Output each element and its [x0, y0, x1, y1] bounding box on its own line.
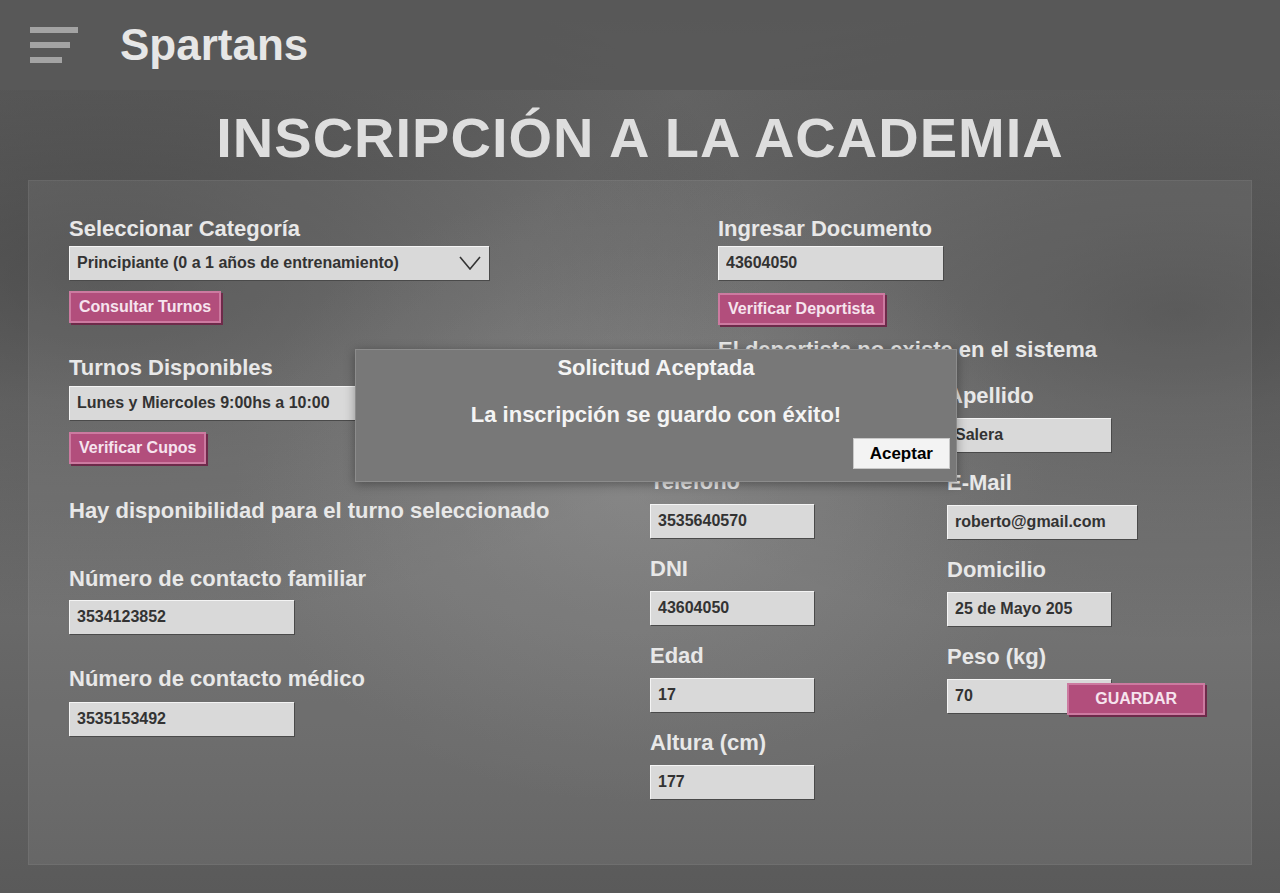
field-label: Altura (cm) — [650, 730, 947, 756]
fields-right: Apellido E-Mail Domicilio Peso (kg) GUARDAR — [947, 383, 1211, 817]
field-item: Domicilio — [947, 557, 1211, 626]
shift-label: Turnos Disponibles — [69, 355, 273, 381]
field-label: Edad — [650, 643, 947, 669]
category-select[interactable]: Principiante (0 a 1 años de entrenamient… — [69, 246, 489, 280]
field-label: Peso (kg) — [947, 644, 1211, 670]
contact-list: Número de contacto familiar Número de con… — [69, 524, 366, 736]
shift-value: Lunes y Miercoles 9:00hs a 10:00 — [77, 392, 330, 414]
category-value: Principiante (0 a 1 años de entrenamient… — [77, 252, 399, 274]
field-item: Apellido — [947, 383, 1211, 452]
field-label: Apellido — [947, 383, 1211, 409]
form-panel: Seleccionar Categoría Principiante (0 a … — [28, 180, 1252, 865]
contact-item: Número de contacto médico — [69, 666, 366, 736]
contact-label: Número de contacto familiar — [69, 566, 366, 592]
document-label: Ingresar Documento — [718, 216, 932, 242]
document-block: Ingresar Documento Verificar Deportista … — [650, 216, 1211, 363]
left-column: Seleccionar Categoría Principiante (0 a … — [69, 216, 650, 844]
contact-label: Número de contacto médico — [69, 666, 366, 692]
dialog-message: La inscripción se guardo con éxito! — [362, 402, 950, 428]
field-input[interactable] — [947, 505, 1137, 539]
field-input[interactable] — [650, 591, 814, 625]
consult-shifts-button[interactable]: Consultar Turnos — [69, 291, 221, 323]
field-input[interactable] — [650, 765, 814, 799]
field-item: Edad — [650, 643, 947, 712]
chevron-down-icon — [459, 256, 481, 270]
category-label: Seleccionar Categoría — [69, 216, 300, 242]
success-dialog: Solicitud Aceptada La inscripción se gua… — [355, 349, 957, 482]
field-item: DNI — [650, 556, 947, 625]
field-label: DNI — [650, 556, 947, 582]
check-slots-button[interactable]: Verificar Cupos — [69, 432, 206, 464]
field-label: Domicilio — [947, 557, 1211, 583]
menu-icon[interactable] — [30, 27, 78, 63]
verify-athlete-button[interactable]: Verificar Deportista — [718, 293, 885, 325]
field-input[interactable] — [947, 592, 1111, 626]
availability-message: Hay disponibilidad para el turno selecci… — [69, 498, 549, 524]
contact-input[interactable] — [69, 702, 294, 736]
document-input[interactable] — [718, 246, 943, 280]
contact-input[interactable] — [69, 600, 294, 634]
page-title: INSCRIPCIÓN A LA ACADEMIA — [0, 90, 1280, 170]
dialog-title: Solicitud Aceptada — [362, 355, 950, 381]
right-column: Ingresar Documento Verificar Deportista … — [650, 216, 1211, 844]
accept-button[interactable]: Aceptar — [853, 438, 950, 469]
save-button[interactable]: GUARDAR — [1067, 683, 1205, 715]
contact-item: Número de contacto familiar — [69, 566, 366, 634]
field-input[interactable] — [947, 418, 1111, 452]
field-input[interactable] — [650, 678, 814, 712]
top-bar: Spartans — [0, 0, 1280, 90]
app-title: Spartans — [120, 21, 308, 69]
field-label: E-Mail — [947, 470, 1211, 496]
field-item: Altura (cm) — [650, 730, 947, 799]
field-input[interactable] — [650, 504, 814, 538]
field-item: E-Mail — [947, 470, 1211, 539]
